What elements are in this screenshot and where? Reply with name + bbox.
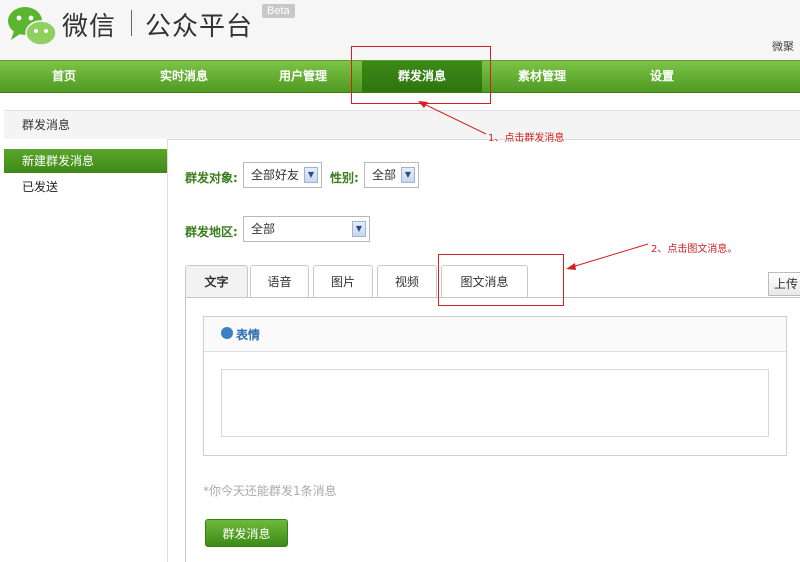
brand-subtitle: 公众平台 xyxy=(145,12,254,42)
nav-item-user-management[interactable]: 用户管理 xyxy=(243,61,363,92)
panel-title-bar: 群发消息 xyxy=(4,110,800,140)
region-label: 群发地区: xyxy=(185,225,238,239)
smiley-icon[interactable] xyxy=(221,327,233,339)
beta-badge: Beta xyxy=(262,4,295,18)
nav-item-settings[interactable]: 设置 xyxy=(602,61,722,92)
region-select[interactable]: 全部 ▼ xyxy=(243,216,370,242)
region-select-value: 全部 xyxy=(251,222,276,236)
tab-image[interactable]: 图片 xyxy=(313,265,373,297)
brand-separator xyxy=(131,10,132,36)
chevron-down-icon: ▼ xyxy=(352,221,366,237)
target-select-value: 全部好友 xyxy=(251,168,300,182)
nav-item-home[interactable]: 首页 xyxy=(4,61,124,92)
brand-name: 微信 xyxy=(62,12,117,42)
page-title: 群发消息 xyxy=(22,118,71,132)
editor-toolbar: 表情 xyxy=(204,317,786,352)
chevron-down-icon: ▼ xyxy=(401,167,415,183)
remaining-quota-hint: *你今天还能群发1条消息 xyxy=(203,484,337,498)
tab-voice[interactable]: 语音 xyxy=(250,265,309,297)
annotation-box-tab xyxy=(438,254,564,306)
tab-video[interactable]: 视频 xyxy=(377,265,437,297)
gender-select[interactable]: 全部 ▼ xyxy=(364,162,419,188)
wechat-logo-icon xyxy=(8,7,57,46)
tab-text[interactable]: 文字 xyxy=(185,265,248,297)
sidebar-item-sent[interactable]: 已发送 xyxy=(4,175,167,199)
emoji-button[interactable]: 表情 xyxy=(236,326,260,343)
target-label: 群发对象: xyxy=(185,171,238,185)
annotation-box-nav xyxy=(351,46,491,104)
annotation-step1: 1、点击群发消息 xyxy=(488,133,565,144)
message-textarea[interactable] xyxy=(221,369,769,437)
nav-item-materials[interactable]: 素材管理 xyxy=(482,61,602,92)
nav-item-realtime-messages[interactable]: 实时消息 xyxy=(124,61,244,92)
upload-button[interactable]: 上传 xyxy=(768,272,800,296)
gender-select-value: 全部 xyxy=(372,168,397,182)
account-name-link[interactable]: 微聚 xyxy=(772,38,794,54)
annotation-step2: 2、点击图文消息。 xyxy=(651,244,738,255)
chevron-down-icon: ▼ xyxy=(304,167,318,183)
gender-label: 性别: xyxy=(330,171,359,185)
message-editor: 表情 xyxy=(203,316,787,456)
send-mass-message-button[interactable]: 群发消息 xyxy=(205,519,288,547)
sidebar: 新建群发消息 已发送 xyxy=(4,139,168,562)
sidebar-item-new-mass-message[interactable]: 新建群发消息 xyxy=(4,149,167,173)
target-select[interactable]: 全部好友 ▼ xyxy=(243,162,322,188)
